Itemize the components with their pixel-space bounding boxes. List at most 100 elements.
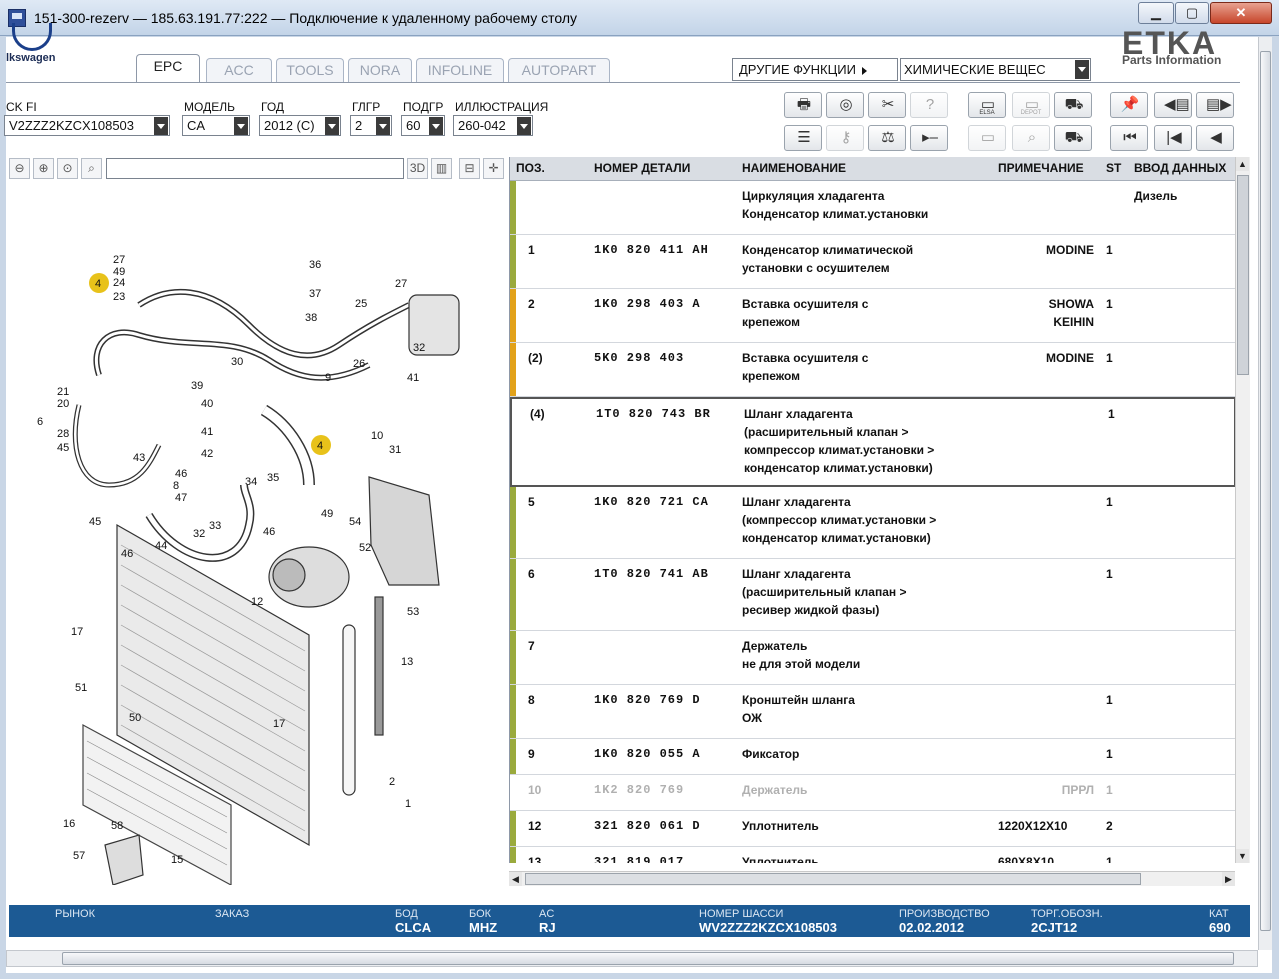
pin-button[interactable]: 📌	[1110, 92, 1148, 118]
jump-button[interactable]: ▸–	[910, 125, 948, 151]
table-row[interactable]: (2) 5K0 298 403 Вставка осушителя с креп…	[510, 343, 1235, 397]
help-button[interactable]: ?	[910, 92, 948, 118]
header-pos[interactable]: ПОЗ.	[516, 161, 545, 175]
model-select[interactable]: CA	[182, 115, 250, 136]
header-part-number[interactable]: НОМЕР ДЕТАЛИ	[594, 161, 690, 175]
table-vertical-scrollbar[interactable]: ▲ ▼	[1235, 157, 1250, 863]
scroll-thumb[interactable]	[525, 873, 1141, 885]
parts-illustration[interactable]: 27 49 24 23 36 37 38 25 27 21 20 6 28 45 39 40 41 42…	[9, 185, 506, 887]
table-row[interactable]: 12 321 820 061 D Уплотнитель 1220X12X10 …	[510, 811, 1235, 847]
tools-button[interactable]: ✂	[868, 92, 906, 118]
scroll-thumb[interactable]	[1237, 175, 1249, 375]
key-button[interactable]: ⚷	[826, 125, 864, 151]
tab-autopart[interactable]: AUTOPART	[508, 58, 610, 82]
zoom-fit-button[interactable]: ⊙	[57, 158, 78, 179]
search-parts-button[interactable]: ⌕	[1012, 125, 1050, 151]
row-marker	[510, 775, 516, 810]
svg-text:6: 6	[37, 416, 43, 428]
table-row[interactable]: 6 1T0 820 741 AB Шланг хладагента (расши…	[510, 559, 1235, 631]
scroll-right-icon[interactable]: ▶	[1222, 872, 1235, 886]
cart-add-button[interactable]: ⛟	[1054, 92, 1092, 118]
rdp-scroll-thumb[interactable]	[62, 952, 1234, 965]
sub-group-select[interactable]: 60	[401, 115, 445, 136]
move-button[interactable]: ✛	[483, 158, 504, 179]
vin-select[interactable]: V2ZZZ2KZCX108503	[4, 115, 170, 136]
table-row[interactable]: 8 1K0 820 769 D Кронштейн шланга ОЖ 1	[510, 685, 1235, 739]
svg-text:16: 16	[63, 818, 75, 830]
header-input[interactable]: ВВОД ДАННЫХ	[1134, 161, 1226, 175]
row-pos: 9	[528, 747, 535, 761]
year-label: ГОД	[261, 100, 285, 114]
header-note[interactable]: ПРИМЕЧАНИЕ	[998, 161, 1084, 175]
table-row[interactable]: 7 Держатель не для этой модели	[510, 631, 1235, 685]
rdp-vertical-scrollbar[interactable]	[1258, 37, 1272, 950]
rdp-horizontal-scrollbar[interactable]	[6, 950, 1258, 967]
header-name[interactable]: НАИМЕНОВАНИЕ	[742, 161, 846, 175]
scroll-down-icon[interactable]: ▼	[1236, 849, 1249, 863]
scale-button[interactable]: ⚖	[868, 125, 906, 151]
service-button[interactable]: ◎	[826, 92, 864, 118]
table-row[interactable]: 9 1K0 820 055 A Фиксатор 1	[510, 739, 1235, 775]
back-button[interactable]: |◀	[1154, 125, 1192, 151]
table-horizontal-scrollbar[interactable]: ◀ ▶	[509, 871, 1235, 886]
print-button[interactable]: 🖶	[784, 92, 822, 118]
search-button[interactable]: ⌕	[81, 158, 102, 179]
year-select[interactable]: 2012 (C)	[259, 115, 341, 136]
question-icon: ?	[925, 96, 935, 113]
tab-epc[interactable]: EPC	[136, 54, 200, 82]
tab-infoline[interactable]: INFOLINE	[416, 58, 504, 82]
illustration-search-input[interactable]	[106, 158, 404, 179]
svg-text:32: 32	[193, 528, 205, 540]
table-row[interactable]: 1 1K0 820 411 AH Конденсатор климатическ…	[510, 235, 1235, 289]
row-part-number: 1K0 820 769 D	[594, 693, 701, 707]
depot-button[interactable]: ▭ DEPOT	[1012, 92, 1050, 118]
chemicals-select[interactable]: ХИМИЧЕСКИЕ ВЕЩЕС	[900, 58, 1091, 81]
row-name: Шланг хладагента (расширительный клапан …	[742, 567, 907, 617]
zoom-in-button[interactable]: ⊕	[33, 158, 54, 179]
maximize-button[interactable]: ▢	[1175, 2, 1209, 24]
illustration-select[interactable]: 260-042	[453, 115, 533, 136]
table-row[interactable]: 5 1K0 820 721 CA Шланг хладагента (компр…	[510, 487, 1235, 559]
3d-button[interactable]: 3D	[407, 158, 428, 179]
bok-value: MHZ	[469, 920, 498, 935]
scroll-left-icon[interactable]: ◀	[509, 872, 522, 886]
table-row[interactable]: 13 321 819 017 Уплотнитель 680X8X10 1	[510, 847, 1235, 863]
disc-icon: ◎	[839, 96, 853, 113]
other-functions-button[interactable]: ДРУГИЕ ФУНКЦИИ	[732, 58, 898, 81]
zoom-out-button[interactable]: ⊖	[9, 158, 30, 179]
shopping-cart-icon: ⛟	[1064, 129, 1084, 146]
rdp-scroll-thumb[interactable]	[1260, 51, 1271, 931]
split-view-button[interactable]: ⊟	[459, 158, 480, 179]
row-note: MODINE	[1046, 243, 1094, 257]
list-button[interactable]: ☰	[784, 125, 822, 151]
row-marker	[510, 289, 516, 342]
cart-button[interactable]: ⛟	[1054, 125, 1092, 151]
table-row[interactable]: 2 1K0 298 403 A Вставка осушителя с креп…	[510, 289, 1235, 343]
main-group-select[interactable]: 2	[350, 115, 392, 136]
tab-tools[interactable]: TOOLS	[276, 58, 344, 82]
chevron-down-icon	[234, 117, 248, 135]
layout-button[interactable]: ▥	[431, 158, 452, 179]
scroll-up-icon[interactable]: ▲	[1236, 157, 1249, 171]
table-row-selected[interactable]: (4) 1T0 820 743 BR Шланг хладагента (рас…	[510, 397, 1235, 487]
tab-acc[interactable]: ACC	[206, 58, 272, 82]
row-part-number: 321 819 017	[594, 855, 685, 863]
table-row[interactable]: Циркуляция хладагента Конденсатор климат…	[510, 181, 1235, 235]
magnifier-icon: ⌕	[88, 161, 95, 175]
jump-icon: ▸–	[922, 129, 938, 146]
trade-value: 2CJT12	[1031, 920, 1078, 935]
next-page-button[interactable]: ▤▶	[1196, 92, 1234, 118]
first-button[interactable]: ⏮	[1110, 125, 1148, 151]
table-row-disabled[interactable]: 10 1K2 820 769 Держатель ПРРЛ 1	[510, 775, 1235, 811]
minimize-button[interactable]: ▁	[1138, 2, 1174, 24]
copy-button[interactable]: ▭	[968, 125, 1006, 151]
bok-label: БОК	[469, 908, 492, 920]
tab-nora[interactable]: NORA	[348, 58, 412, 82]
elsa-button[interactable]: ▭ ELSA	[968, 92, 1006, 118]
wrench-icon: ✂	[881, 96, 895, 113]
title-bar: 151-300-rezerv — 185.63.191.77:222 — Под…	[0, 0, 1279, 36]
close-button[interactable]: ✕	[1210, 2, 1272, 24]
prev-page-button[interactable]: ◀▤	[1154, 92, 1192, 118]
header-st[interactable]: ST	[1106, 161, 1121, 175]
prev-button[interactable]: ◀	[1196, 125, 1234, 151]
